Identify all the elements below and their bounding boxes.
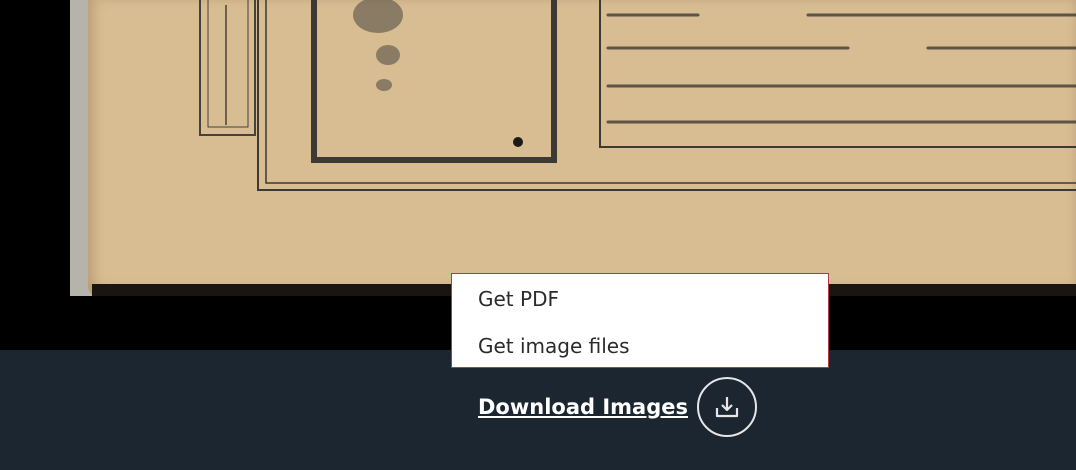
download-tray-icon [715,397,739,418]
get-image-files-option[interactable]: Get image files [478,334,630,358]
manuscript-image [70,0,1076,296]
download-options-menu: Get PDF Get image files [451,273,829,368]
download-images-link[interactable]: Download Images [478,395,688,419]
get-pdf-option[interactable]: Get PDF [478,287,559,311]
manuscript-markings [199,0,1076,191]
manuscript-page [88,0,1076,296]
download-button[interactable] [697,377,757,437]
